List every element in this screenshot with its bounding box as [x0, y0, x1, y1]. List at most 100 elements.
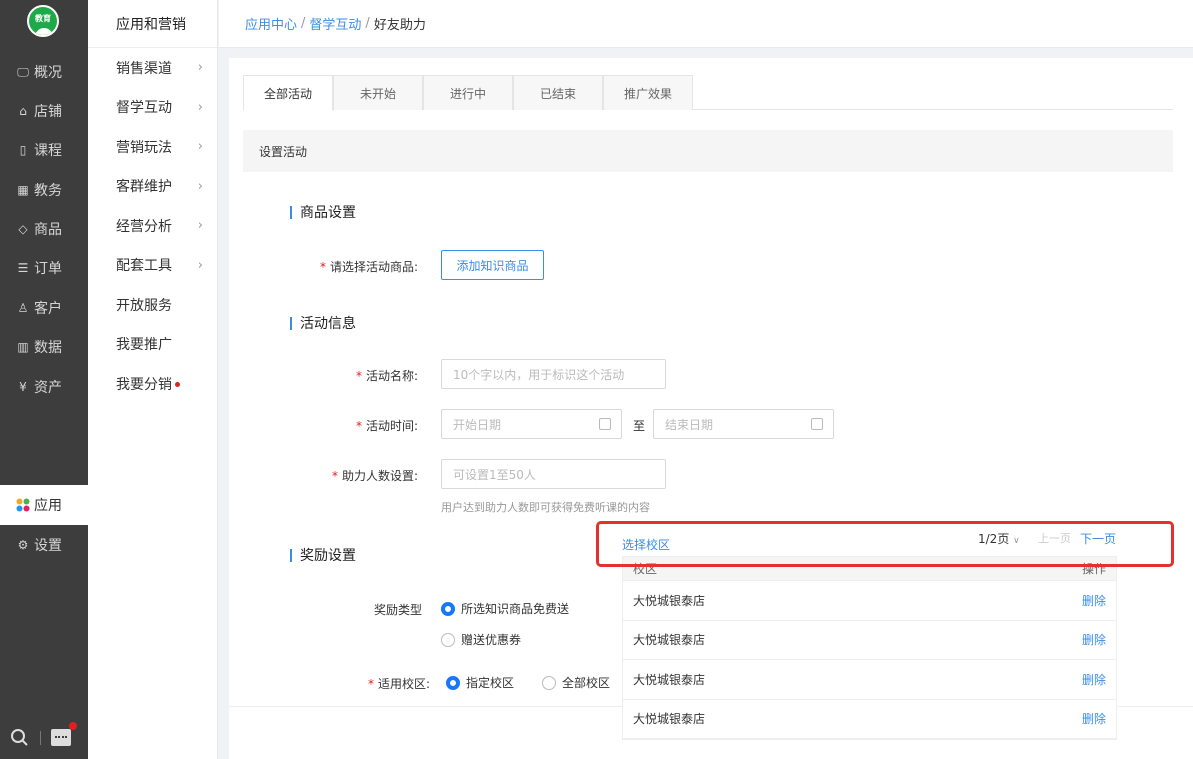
add-product-button[interactable]: 添加知识商品 — [441, 250, 544, 280]
radio-unchecked — [441, 632, 455, 647]
chevron-right-icon: › — [197, 60, 203, 76]
breadcrumb: 应用中心 / 督学互动 / 好友助力 — [219, 0, 1193, 48]
sub-nav-item-analysis[interactable]: 经营分析 › — [88, 206, 217, 246]
end-date-input[interactable]: 结束日期 — [653, 409, 834, 439]
sub-nav-item-interaction[interactable]: 督学互动 › — [88, 88, 217, 128]
nav-label: 客户 — [34, 301, 62, 317]
table-row: 大悦城银泰店 删除 — [623, 621, 1116, 660]
sub-nav: 应用和营销 销售渠道 › 督学互动 › 营销玩法 › 客群维护 › 经营分析 › 配套工具… — [88, 0, 218, 759]
table-row: 大悦城银泰店 删除 — [623, 700, 1116, 739]
sub-nav-item-sales-channel[interactable]: 销售渠道 › — [88, 48, 217, 88]
reward-coupon-radio[interactable]: 赠送优惠券 — [441, 631, 521, 648]
nav-item-store[interactable]: ⌂ 店铺 — [0, 91, 88, 131]
activity-time-label-text: 活动时间: — [365, 419, 418, 433]
nav-bottom-bar — [0, 716, 88, 759]
helpers-label: * 助力人数设置: — [331, 469, 418, 483]
tab-bar: 全部活动 未开始 进行中 已结束 推广效果 — [243, 75, 1173, 111]
tab-not-started[interactable]: 未开始 — [333, 75, 423, 110]
breadcrumb-app-center[interactable]: 应用中心 — [245, 14, 297, 33]
delete-button[interactable]: 删除 — [1082, 592, 1106, 609]
yen-icon: ¥ — [19, 380, 27, 394]
chart-icon: ▥ — [17, 340, 29, 354]
radio-checked — [446, 675, 460, 690]
campus-all-radio[interactable]: 全部校区 — [542, 674, 610, 691]
chevron-right-icon: › — [197, 178, 203, 194]
sub-nav-title: 应用和营销 — [88, 0, 217, 48]
tab-in-progress[interactable]: 进行中 — [423, 75, 513, 110]
product-settings-heading: 商品设置 — [290, 202, 356, 222]
campus-label: * 适用校区: — [367, 677, 430, 691]
sub-nav-label: 开放服务 — [116, 297, 172, 314]
sub-nav-item-customer-care[interactable]: 客群维护 › — [88, 167, 217, 207]
sub-nav-item-promote[interactable]: 我要推广 — [88, 325, 217, 365]
nav-item-settings[interactable]: ⚙ 设置 — [0, 525, 88, 565]
book-icon: ▯ — [19, 143, 27, 157]
nav-item-orders[interactable]: ☰ 订单 — [0, 248, 88, 288]
nav-label: 数据 — [34, 340, 62, 356]
sub-nav-item-open-service[interactable]: 开放服务 — [88, 285, 217, 325]
monitor-icon: 🖵 — [17, 64, 29, 79]
radio-checked — [441, 601, 455, 616]
campus-all-label: 全部校区 — [562, 676, 611, 690]
breadcrumb-current: 好友助力 — [373, 18, 426, 33]
nav-label: 商品 — [34, 222, 62, 238]
activity-name-input[interactable]: 10个字以内，用于标识这个活动 — [441, 359, 666, 389]
store-icon: ⌂ — [19, 104, 27, 118]
nav-label: 概况 — [34, 65, 62, 81]
sub-nav-item-marketing[interactable]: 营销玩法 › — [88, 127, 217, 167]
campus-specific-radio[interactable]: 指定校区 — [446, 674, 514, 691]
logo-text: 教育 — [35, 14, 51, 23]
nav-item-academic[interactable]: ▦ 教务 — [0, 170, 88, 210]
product-label: * 请选择活动商品: — [319, 260, 418, 274]
sub-nav-item-distribution[interactable]: 我要分销 — [88, 364, 217, 404]
table-row: 大悦城银泰店 删除 — [623, 581, 1116, 621]
nav-label: 教务 — [34, 183, 62, 199]
highlight-annotation-box — [596, 521, 1174, 567]
helpers-hint: 用户达到助力人数即可获得免费听课的内容 — [441, 501, 650, 514]
delete-button[interactable]: 删除 — [1082, 671, 1106, 688]
sub-nav-item-tools[interactable]: 配套工具 › — [88, 246, 217, 286]
start-date-input[interactable]: 开始日期 — [441, 409, 622, 439]
nav-item-data[interactable]: ▥ 数据 — [0, 327, 88, 367]
nav-label: 订单 — [34, 261, 62, 277]
breadcrumb-interaction[interactable]: 督学互动 — [309, 14, 361, 33]
chevron-right-icon: › — [197, 139, 203, 155]
reward-coupon-label: 赠送优惠券 — [461, 633, 522, 647]
section-title: 设置活动 — [243, 130, 1173, 172]
campus-table: 校区 操作 大悦城银泰店 删除 大悦城银泰店 删除 大悦城银泰店 删除 大悦城银泰店 删除 — [622, 556, 1117, 740]
divider — [40, 730, 41, 745]
campus-name: 大悦城银泰店 — [633, 633, 706, 648]
activity-time-label: * 活动时间: — [355, 419, 418, 433]
app-logo[interactable]: 教育 — [27, 5, 59, 37]
activity-name-label: * 活动名称: — [355, 369, 418, 383]
nav-item-apps[interactable]: 应用 — [0, 485, 88, 525]
delete-button[interactable]: 删除 — [1082, 631, 1106, 648]
nav-label: 设置 — [34, 538, 62, 554]
breadcrumb-separator: / — [301, 16, 306, 31]
message-icon[interactable] — [51, 722, 77, 746]
nav-item-assets[interactable]: ¥ 资产 — [0, 367, 88, 407]
chevron-right-icon: › — [197, 99, 203, 115]
end-date-placeholder: 结束日期 — [665, 417, 714, 432]
sub-nav-label: 我要推广 — [116, 337, 172, 354]
delete-button[interactable]: 删除 — [1082, 710, 1106, 727]
reward-free-radio[interactable]: 所选知识商品免费送 — [441, 600, 569, 617]
nav-label: 店铺 — [34, 104, 62, 120]
nav-item-course[interactable]: ▯ 课程 — [0, 130, 88, 170]
tab-promotion[interactable]: 推广效果 — [603, 75, 693, 110]
nav-label: 课程 — [34, 143, 62, 159]
gear-icon: ⚙ — [17, 538, 29, 552]
tab-all[interactable]: 全部活动 — [243, 75, 333, 111]
list-icon: ☰ — [17, 261, 29, 275]
product-label-text: 请选择活动商品: — [329, 260, 418, 274]
calendar-icon — [599, 418, 611, 430]
nav-item-goods[interactable]: ◇ 商品 — [0, 209, 88, 249]
nav-item-overview[interactable]: 🖵 概况 — [0, 52, 88, 92]
helpers-count-input[interactable]: 可设置1至50人 — [441, 459, 666, 489]
search-icon[interactable] — [10, 728, 30, 748]
nav-item-customers[interactable]: ♙ 客户 — [0, 288, 88, 328]
tab-ended[interactable]: 已结束 — [513, 75, 603, 110]
sub-nav-label: 配套工具 — [116, 258, 172, 275]
table-row: 大悦城银泰店 删除 — [623, 660, 1116, 700]
chevron-right-icon: › — [197, 257, 203, 273]
